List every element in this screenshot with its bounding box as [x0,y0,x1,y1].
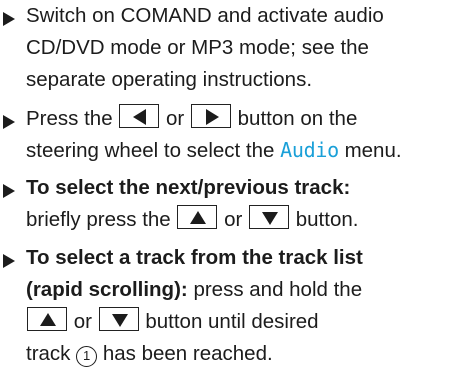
step4-text: track [26,342,71,365]
step4-text: button until desired [145,310,319,333]
step2-or: or [166,107,185,130]
left-button [119,104,160,128]
down-arrow-icon [262,212,279,225]
step2-text: steering wheel to select the [26,139,275,162]
step4-line2: (rapid scrolling): press and hold the [26,274,362,306]
bullet-triangle-icon [3,184,15,198]
step1-line1: Switch on COMAND and activate audio [26,4,384,27]
down-button [98,307,139,331]
step1-line3: separate operating instructions. [26,68,313,91]
left-arrow-icon [133,109,147,125]
step2-line2: steering wheel to select the Audio menu. [26,135,402,167]
step4-line4: track 1 has been reached. [26,338,273,370]
up-button [27,307,67,331]
down-arrow-icon [111,314,128,327]
step4-text: press and hold the [193,278,363,301]
step2-text: Press the [26,107,113,130]
step3-line2: briefly press the or button. [26,204,358,236]
up-arrow-icon [190,211,207,224]
bullet-triangle-icon [3,12,15,26]
instruction-list: Switch on COMAND and activate audio CD/D… [0,0,453,367]
callout-number: 1 [76,346,98,367]
up-arrow-icon [40,313,56,326]
right-button [190,104,231,128]
step3-heading: To select the next/previous track: [26,176,351,199]
step4-heading-line1: To select a track from the track list [26,246,363,269]
right-arrow-icon [205,109,219,125]
step4-or: or [73,310,92,333]
step2-text: button on the [237,107,358,130]
step4-text: has been reached. [102,342,273,365]
bullet-triangle-icon [3,254,15,268]
step1-line2: CD/DVD mode or MP3 mode; see the [26,36,369,59]
up-button [177,205,218,229]
step3-text: briefly press the [26,208,171,231]
audio-menu-name: Audio [280,138,339,162]
step2-line1: Press the or button on the [26,103,357,135]
step2-text: menu. [344,139,402,162]
step3-text: button. [295,208,359,231]
bullet-triangle-icon [3,115,15,129]
step4-heading-line2: (rapid scrolling): [26,278,188,301]
step3-or: or [224,208,243,231]
down-button [249,205,290,229]
step4-line3: or button until desired [26,306,319,338]
